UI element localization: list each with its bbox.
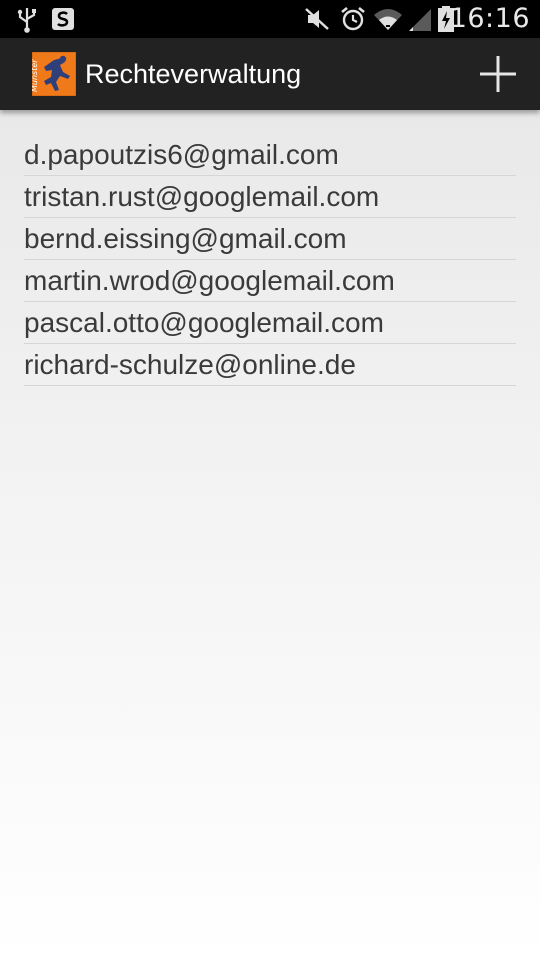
status-bar: 16:16	[0, 0, 540, 38]
app-logo-icon[interactable]: Münster	[32, 52, 76, 96]
list-item[interactable]: martin.wrod@googlemail.com	[24, 260, 516, 302]
plus-icon	[480, 56, 516, 92]
alarm-icon	[341, 6, 365, 31]
status-time: 16:16	[449, 3, 530, 34]
wifi-icon	[374, 9, 402, 30]
usb-icon	[17, 8, 36, 33]
list-item[interactable]: bernd.eissing@gmail.com	[24, 218, 516, 260]
user-list: d.papoutzis6@gmail.com tristan.rust@goog…	[24, 134, 516, 386]
sim-icon	[52, 8, 74, 30]
action-bar: Münster Rechteverwaltung	[0, 38, 540, 110]
add-user-button[interactable]	[470, 48, 526, 100]
page-title: Rechteverwaltung	[85, 59, 302, 89]
mute-icon	[305, 8, 329, 30]
list-item[interactable]: pascal.otto@googlemail.com	[24, 302, 516, 344]
list-item[interactable]: d.papoutzis6@gmail.com	[24, 134, 516, 176]
svg-text:Münster: Münster	[32, 59, 39, 92]
list-item[interactable]: tristan.rust@googlemail.com	[24, 176, 516, 218]
signal-icon	[409, 9, 431, 31]
list-item[interactable]: richard-schulze@online.de	[24, 344, 516, 386]
